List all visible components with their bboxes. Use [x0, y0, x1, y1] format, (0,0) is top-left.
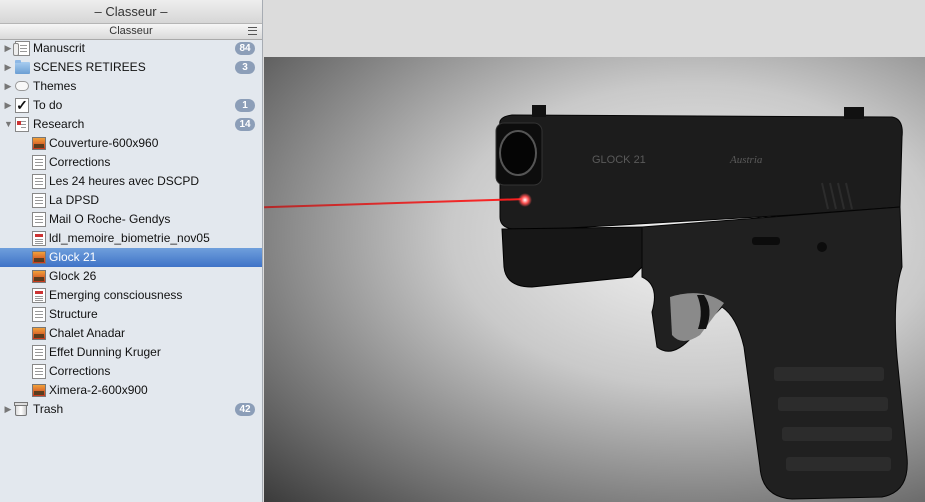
binder-menu-icon[interactable]: [248, 27, 257, 35]
laser-module: [501, 226, 663, 288]
trash-icon: [14, 402, 28, 416]
image-icon: [32, 251, 46, 264]
binder-item-label: Chalet Anadar: [49, 326, 126, 340]
binder-item-label: ldl_memoire_biometrie_nov05: [49, 231, 210, 245]
binder-child-item[interactable]: Emerging consciousness: [0, 286, 262, 305]
binder-child-item[interactable]: ldl_memoire_biometrie_nov05: [0, 229, 262, 248]
binder-child-item[interactable]: La DPSD: [0, 191, 262, 210]
binder-child-item[interactable]: Corrections: [0, 153, 262, 172]
checkbox-icon: ✓: [15, 97, 29, 113]
binder-item-label: Manuscrit: [33, 41, 86, 55]
binder-item-label: Themes: [33, 79, 77, 93]
binder-child-item[interactable]: Corrections: [0, 362, 262, 381]
binder-item-label: Structure: [49, 307, 98, 321]
binder-child-item[interactable]: Les 24 heures avec DSCPD: [0, 172, 262, 191]
document-icon: [32, 212, 46, 227]
binder-item-label: To do: [33, 98, 63, 112]
glock-pistol-photo: GLOCK 21 Austria: [264, 57, 925, 502]
binder-item-label: Corrections: [49, 364, 111, 378]
binder-child-item[interactable]: Effet Dunning Kruger: [0, 343, 262, 362]
binder-item-label: Glock 26: [49, 269, 97, 283]
binder-item[interactable]: ▶ SCENES RETIREES 3: [0, 58, 262, 77]
binder-item-label: Mail O Roche- Gendys: [49, 212, 171, 226]
pdf-icon: [32, 231, 46, 246]
disclosure-right-icon[interactable]: ▶: [4, 96, 12, 115]
binder-item[interactable]: ▶ Trash 42: [0, 400, 262, 419]
document-icon: [32, 193, 46, 208]
binder-header: Classeur: [0, 24, 262, 40]
item-count-badge: 14: [235, 118, 255, 131]
pistol-grip: [641, 206, 908, 500]
image-viewer: GLOCK 21 Austria: [264, 0, 925, 502]
binder-item-label: Emerging consciousness: [49, 288, 183, 302]
binder-item-label: Couverture-600x960: [49, 136, 159, 150]
binder-header-label: Classeur: [109, 25, 153, 37]
laser-dot: [518, 193, 532, 207]
draft-folder-icon: [13, 41, 30, 56]
research-folder-icon: [15, 117, 29, 132]
image-icon: [32, 327, 46, 340]
binder-item[interactable]: ▼ Research 14: [0, 115, 262, 134]
item-count-badge: 1: [235, 99, 255, 112]
binder-item-label: Research: [33, 117, 85, 131]
item-count-badge: 3: [235, 61, 255, 74]
binder-item[interactable]: ▶ ✓ To do 1: [0, 96, 262, 115]
folder-icon: [15, 60, 30, 74]
binder-item-label: Les 24 heures avec DSCPD: [49, 174, 200, 188]
laser-beam: [264, 198, 527, 209]
image-icon: [32, 270, 46, 283]
document-icon: [32, 174, 46, 189]
binder-item-label: Ximera-2-600x900: [49, 383, 148, 397]
document-icon: [32, 155, 46, 170]
document-icon: [32, 345, 46, 360]
disclosure-right-icon[interactable]: ▶: [4, 39, 12, 58]
image-icon: [32, 384, 46, 397]
binder-item-label: SCENES RETIREES: [33, 60, 146, 74]
pdf-icon: [32, 288, 46, 303]
document-icon: [32, 307, 46, 322]
binder-child-item[interactable]: Mail O Roche- Gendys: [0, 210, 262, 229]
binder-child-item[interactable]: Glock 21: [0, 248, 262, 267]
binder-child-item[interactable]: Ximera-2-600x900: [0, 381, 262, 400]
disclosure-right-icon[interactable]: ▶: [4, 77, 12, 96]
binder-item[interactable]: ▶ Manuscrit 84: [0, 39, 262, 58]
binder-child-item[interactable]: Chalet Anadar: [0, 324, 262, 343]
binder-tree: ▶ Manuscrit 84 ▶ SCENES RETIREES 3 ▶ Themes ▶ ✓ To…: [0, 39, 262, 419]
document-icon: [32, 364, 46, 379]
cloud-icon: [15, 81, 29, 91]
binder-item-label: Trash: [33, 402, 64, 416]
binder-sidebar: – Classeur – Classeur ▶ Manuscrit 84 ▶ SCENE…: [0, 0, 263, 502]
binder-item[interactable]: ▶ Themes: [0, 77, 262, 96]
binder-child-item[interactable]: Couverture-600x960: [0, 134, 262, 153]
binder-window-title: – Classeur –: [0, 0, 262, 24]
binder-item-label: Effet Dunning Kruger: [49, 345, 161, 359]
slide-marking-model: GLOCK 21: [592, 154, 646, 166]
binder-child-item[interactable]: Glock 26: [0, 267, 262, 286]
binder-item-label: Corrections: [49, 155, 111, 169]
disclosure-down-icon[interactable]: ▼: [4, 115, 13, 134]
image-icon: [32, 137, 46, 150]
slide-marking-country: Austria: [729, 154, 763, 166]
binder-item-label: Glock 21: [49, 250, 97, 264]
disclosure-right-icon[interactable]: ▶: [4, 400, 12, 419]
disclosure-right-icon[interactable]: ▶: [4, 58, 12, 77]
item-count-badge: 84: [235, 42, 255, 55]
item-count-badge: 42: [235, 403, 255, 416]
binder-item-label: La DPSD: [49, 193, 100, 207]
pistol-image: GLOCK 21 Austria: [495, 105, 908, 500]
binder-child-item[interactable]: Structure: [0, 305, 262, 324]
